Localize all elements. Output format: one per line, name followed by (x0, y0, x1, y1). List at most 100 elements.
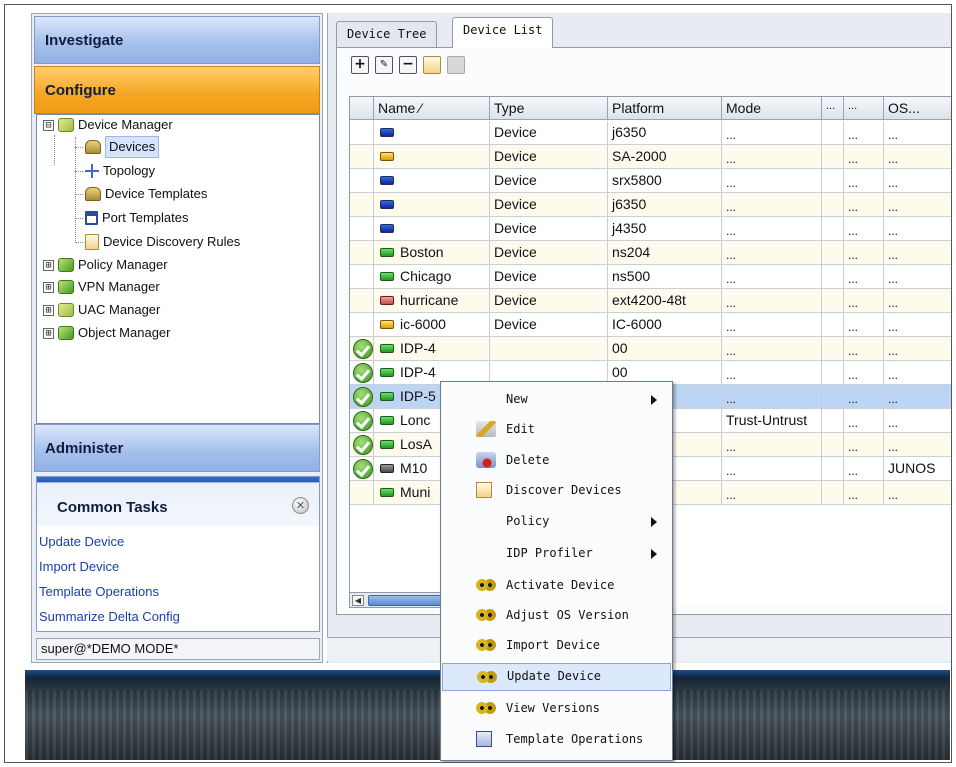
collapse-toggle[interactable]: ⊟ (43, 119, 54, 131)
cell-col6-text: ... (848, 272, 859, 286)
tree-node-device-manager[interactable]: ⊟ Device Manager (43, 115, 173, 135)
column-header-name[interactable]: Name ⁄ (374, 97, 490, 120)
device-templates-icon (85, 187, 101, 201)
tree-node-label: Topology (103, 163, 156, 178)
column-header-col6[interactable]: ... (844, 97, 884, 120)
cell-mode: ... (722, 337, 822, 361)
expand-toggle[interactable]: ⊞ (43, 281, 54, 293)
column-header-os[interactable]: OS... (884, 97, 951, 120)
cell-platform-text: 00 (612, 340, 628, 356)
cell-col6-text: ... (848, 224, 859, 238)
scroll-thumb[interactable] (368, 595, 448, 606)
cell-os-text: ... (888, 488, 899, 502)
menu-item-import-device[interactable]: Import Device (442, 632, 671, 660)
menu-item-update-device[interactable]: Update Device (442, 663, 671, 691)
cell-type-text: Device (494, 220, 537, 236)
tree-node-uac-manager[interactable]: ⊞ UAC Manager (43, 300, 160, 320)
column-header-col5[interactable]: ... (822, 97, 844, 120)
application-window: Investigate Configure ⊟ Device Manager D… (4, 4, 952, 763)
submenu-arrow-icon (651, 395, 657, 405)
table-row[interactable]: Device j4350......... (350, 217, 951, 241)
cell-platform: SA-2000 (608, 145, 722, 169)
table-row[interactable]: Device j6350......... (350, 193, 951, 217)
cell-platform: ns500 (608, 265, 722, 289)
cell-os-text: ... (888, 224, 899, 238)
tree-node-devices[interactable]: Devices (85, 136, 160, 158)
cell-platform-text: j6350 (612, 196, 647, 212)
table-row[interactable]: IDP-4 00......... (350, 337, 951, 361)
task-link-update-device[interactable]: Update Device (39, 534, 124, 549)
table-row[interactable]: Device j6350......... (350, 121, 951, 145)
remove-device-button[interactable]: − (399, 56, 417, 74)
scroll-left-icon[interactable]: ◀ (352, 595, 364, 606)
configure-header[interactable]: Configure (34, 66, 320, 114)
tree-node-vpn-manager[interactable]: ⊞ VPN Manager (43, 277, 160, 297)
device-blue-icon (380, 176, 394, 185)
tree-node-topology[interactable]: Topology (85, 161, 155, 181)
tree-node-device-discovery-rules[interactable]: Device Discovery Rules (85, 232, 240, 252)
cell-os-text: ... (888, 416, 899, 430)
menu-item-template-operations[interactable]: Template Operations (442, 726, 671, 754)
close-icon[interactable]: ✕ (292, 497, 309, 514)
cell-mode: ... (722, 481, 822, 505)
table-row[interactable]: Chicago Device ns500......... (350, 265, 951, 289)
cell-col6: ... (844, 481, 884, 505)
column-header-platform[interactable]: Platform (608, 97, 722, 120)
column-header-mode[interactable]: Mode (722, 97, 822, 120)
menu-item-adjust-os-version[interactable]: Adjust OS Version (442, 602, 671, 630)
cell-os-text: ... (888, 152, 899, 166)
template-operations-icon (476, 731, 492, 747)
cell-col6: ... (844, 433, 884, 457)
administer-header[interactable]: Administer (34, 424, 320, 472)
menu-item-edit[interactable]: Edit (442, 416, 671, 444)
table-row[interactable]: Device SA-2000......... (350, 145, 951, 169)
menu-item-discover-devices[interactable]: Discover Devices (442, 477, 671, 505)
cell-col6: ... (844, 361, 884, 385)
expand-toggle[interactable]: ⊞ (43, 259, 54, 271)
tree-node-policy-manager[interactable]: ⊞ Policy Manager (43, 255, 168, 275)
tree-node-object-manager[interactable]: ⊞ Object Manager (43, 323, 171, 343)
column-header-status[interactable] (350, 97, 374, 120)
device-red-icon (380, 296, 394, 305)
configure-tree: ⊟ Device Manager Devices Topology Device… (36, 114, 320, 424)
edit-device-icon[interactable]: ✎ (375, 56, 393, 74)
task-link-summarize-delta-config[interactable]: Summarize Delta Config (39, 609, 180, 624)
menu-item-view-versions[interactable]: View Versions (442, 695, 671, 723)
cell-mode: ... (722, 289, 822, 313)
cell-os: ... (884, 265, 951, 289)
table-row[interactable]: hurricane Device ext4200-48t......... (350, 289, 951, 313)
tree-node-device-templates[interactable]: Device Templates (85, 184, 207, 204)
menu-item-policy[interactable]: Policy (442, 508, 671, 536)
tab-device-list[interactable]: Device List (452, 17, 554, 48)
table-row[interactable]: Boston Device ns204......... (350, 241, 951, 265)
expand-toggle[interactable]: ⊞ (43, 304, 54, 316)
task-link-import-device[interactable]: Import Device (39, 559, 119, 574)
task-link-template-operations[interactable]: Template Operations (39, 584, 159, 599)
table-row[interactable]: Device srx5800......... (350, 169, 951, 193)
add-device-button[interactable]: + (351, 56, 369, 74)
cell-col6-text: ... (848, 416, 859, 430)
cell-mode-text: ... (726, 464, 737, 478)
menu-item-label: Update Device (507, 669, 601, 683)
table-row[interactable]: ic-6000 Device IC-6000......... (350, 313, 951, 337)
tree-node-port-templates[interactable]: Port Templates (85, 208, 188, 228)
cell-col6: ... (844, 241, 884, 265)
menu-item-activate-device[interactable]: Activate Device (442, 572, 671, 600)
column-header-type[interactable]: Type (490, 97, 608, 120)
discover-devices-icon[interactable] (423, 56, 441, 74)
investigate-header[interactable]: Investigate (34, 16, 320, 64)
expand-toggle[interactable]: ⊞ (43, 327, 54, 339)
cell-os: ... (884, 433, 951, 457)
menu-item-idp-profiler[interactable]: IDP Profiler (442, 540, 671, 568)
cell-os: ... (884, 241, 951, 265)
cell-name: IDP-4 (353, 337, 490, 361)
cell-platform: ext4200-48t (608, 289, 722, 313)
menu-item-delete[interactable]: Delete (442, 447, 671, 475)
cell-platform-text: j4350 (612, 220, 647, 236)
menu-item-new[interactable]: New (442, 386, 671, 414)
tab-device-tree[interactable]: Device Tree (336, 21, 438, 47)
cell-col6-text: ... (848, 488, 859, 502)
device-manager-icon (58, 118, 74, 132)
cell-name-text: Muni (400, 484, 431, 500)
cell-type: Device (490, 313, 608, 337)
